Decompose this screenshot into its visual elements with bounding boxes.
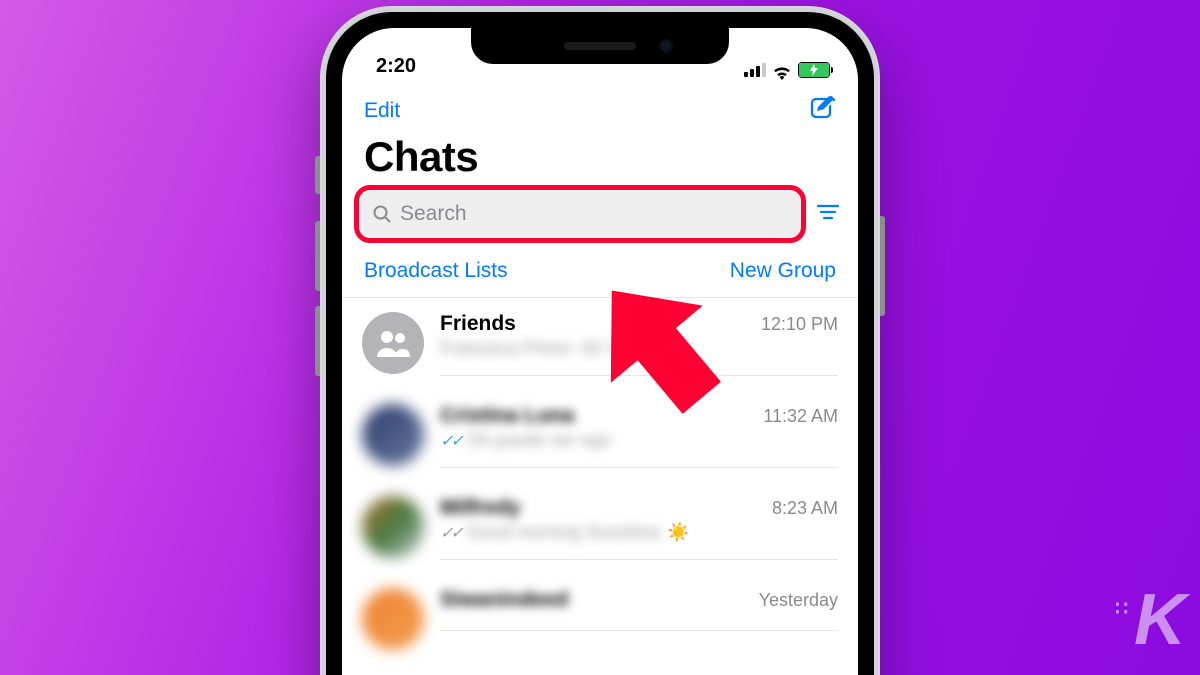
cellular-signal-icon: [744, 63, 766, 77]
read-receipt-icon: ✓✓: [440, 431, 461, 451]
phone-frame: 2:20 Edit: [320, 6, 880, 675]
chat-timestamp: 11:32 AM: [763, 406, 838, 427]
chat-body: Friends 12:10 PM Francisca Primo: 🎟 Stic: [440, 312, 838, 376]
chat-row[interactable]: Milfredy 8:23 AM ✓✓Good morning Sunshine ☀…: [342, 482, 858, 574]
chat-name: Milfredy: [440, 496, 521, 520]
chat-name: Cristina Luna: [440, 404, 574, 428]
chat-row[interactable]: Siwanindeed Yesterday: [342, 574, 858, 664]
phone-front-camera: [659, 39, 673, 53]
search-placeholder: Search: [400, 202, 467, 226]
compose-icon: [808, 94, 836, 122]
chat-body: Siwanindeed Yesterday: [440, 588, 838, 631]
chat-body: Cristina Luna 11:32 AM ✓✓Oh puedo ser ego: [440, 404, 838, 468]
emoji: ☀️: [667, 522, 689, 543]
chat-body: Milfredy 8:23 AM ✓✓Good morning Sunshine ☀…: [440, 496, 838, 560]
nav-bar: Edit: [342, 80, 858, 129]
filter-button[interactable]: [816, 202, 840, 227]
chat-name: Siwanindeed: [440, 588, 568, 612]
chat-name: Friends: [440, 312, 516, 336]
search-input[interactable]: Search: [360, 191, 806, 237]
contact-avatar: [362, 496, 424, 558]
phone-speaker: [564, 42, 636, 50]
phone-mute-switch: [315, 156, 320, 194]
new-group-link[interactable]: New Group: [730, 259, 836, 283]
phone-screen: 2:20 Edit: [342, 28, 858, 675]
phone-volume-down: [315, 306, 320, 376]
filter-icon: [816, 202, 840, 222]
broadcast-lists-link[interactable]: Broadcast Lists: [364, 259, 508, 283]
status-time: 2:20: [376, 55, 416, 78]
chat-list: Friends 12:10 PM Francisca Primo: 🎟 Stic Cr…: [342, 298, 858, 664]
page-title: Chats: [342, 129, 858, 191]
chat-row[interactable]: Cristina Luna 11:32 AM ✓✓Oh puedo ser ego: [342, 390, 858, 482]
chat-timestamp: 12:10 PM: [761, 314, 838, 335]
battery-charging-icon: [798, 62, 830, 78]
read-receipt-icon: ✓✓: [440, 523, 461, 543]
compose-button[interactable]: [808, 94, 836, 127]
chat-preview: ✓✓Oh puedo ser ego: [440, 430, 838, 451]
contact-avatar: [362, 404, 424, 466]
phone-volume-up: [315, 221, 320, 291]
edit-button[interactable]: Edit: [364, 99, 400, 123]
group-avatar-icon: [362, 312, 424, 374]
chat-timestamp: 8:23 AM: [772, 498, 838, 519]
chat-preview: ✓✓Good morning Sunshine ☀️: [440, 522, 838, 543]
search-icon: [372, 204, 392, 224]
chat-preview: Francisca Primo: 🎟 Stic: [440, 338, 838, 359]
chat-timestamp: Yesterday: [759, 590, 838, 611]
phone-power-button: [880, 216, 885, 316]
phone-notch: [471, 28, 729, 64]
contact-avatar: [362, 588, 424, 650]
watermark-logo: ∷K: [1115, 579, 1182, 661]
wifi-icon: [772, 63, 792, 77]
chat-row[interactable]: Friends 12:10 PM Francisca Primo: 🎟 Stic: [342, 298, 858, 390]
